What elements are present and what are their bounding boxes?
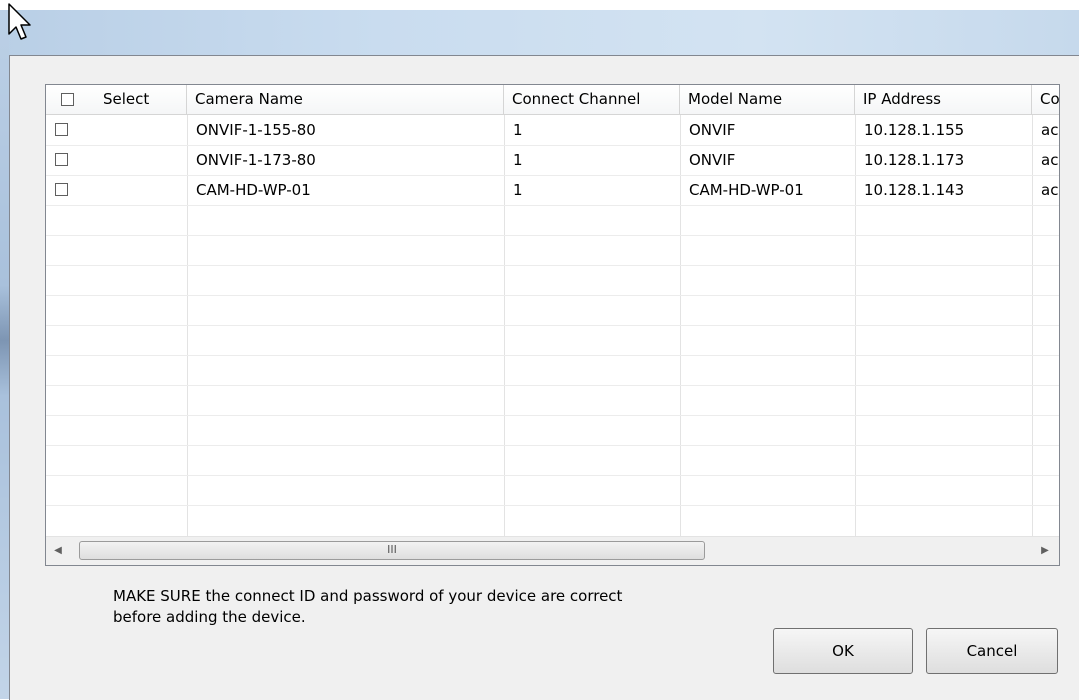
grid-line (46, 235, 1059, 236)
warning-note: MAKE SURE the connect ID and password of… (113, 586, 673, 628)
camera-list[interactable]: Select Camera Name Connect Channel Model… (45, 84, 1060, 566)
cancel-button[interactable]: Cancel (926, 628, 1058, 674)
column-header-model-name[interactable]: Model Name (680, 85, 855, 114)
channel-cell: 1 (513, 121, 523, 139)
horizontal-scrollbar[interactable]: ◀ III ▶ (46, 536, 1059, 565)
grid-line (46, 265, 1059, 266)
row-checkbox[interactable] (55, 153, 68, 166)
column-header-connect-channel[interactable]: Connect Channel (504, 85, 680, 114)
channel-cell: 1 (513, 181, 523, 199)
row-checkbox[interactable] (55, 183, 68, 196)
extra-cell: ac (1041, 151, 1059, 169)
scrollbar-thumb[interactable]: III (79, 541, 705, 560)
ok-button[interactable]: OK (773, 628, 913, 674)
ip-cell: 10.128.1.143 (864, 181, 965, 199)
warning-note-line: MAKE SURE the connect ID and password of… (113, 587, 623, 605)
grid-line (46, 415, 1059, 416)
ip-cell: 10.128.1.155 (864, 121, 965, 139)
column-header-connection[interactable]: Co (1032, 85, 1059, 114)
column-header-ip-address[interactable]: IP Address (855, 85, 1032, 114)
model-cell: ONVIF (689, 151, 736, 169)
column-header-camera-name[interactable]: Camera Name (187, 85, 504, 114)
camera-name-cell: ONVIF-1-155-80 (196, 121, 316, 139)
grid-line (46, 385, 1059, 386)
grid-line (46, 505, 1059, 506)
row-checkbox[interactable] (55, 123, 68, 136)
camera-name-cell: ONVIF-1-173-80 (196, 151, 316, 169)
model-cell: CAM-HD-WP-01 (689, 181, 804, 199)
column-label-select: Select (103, 90, 150, 108)
grid-line (46, 475, 1059, 476)
scroll-right-icon[interactable]: ▶ (1033, 537, 1057, 565)
select-all-checkbox[interactable] (61, 93, 74, 106)
list-header: Select Camera Name Connect Channel Model… (46, 85, 1059, 115)
mouse-cursor-icon (8, 3, 31, 40)
column-header-select[interactable]: Select (46, 85, 187, 114)
model-cell: ONVIF (689, 121, 736, 139)
warning-note-line: before adding the device. (113, 608, 306, 626)
window-left-frame (0, 10, 9, 699)
grid-line (46, 355, 1059, 356)
camera-name-cell: CAM-HD-WP-01 (196, 181, 311, 199)
extra-cell: ac (1041, 121, 1059, 139)
ip-cell: 10.128.1.173 (864, 151, 965, 169)
grid-line (46, 295, 1059, 296)
window-top-strip (0, 0, 1079, 10)
grid-line (46, 445, 1059, 446)
scroll-left-icon[interactable]: ◀ (46, 537, 70, 565)
grid-line (46, 205, 1059, 206)
extra-cell: ac (1041, 181, 1059, 199)
channel-cell: 1 (513, 151, 523, 169)
grid-line (46, 325, 1059, 326)
